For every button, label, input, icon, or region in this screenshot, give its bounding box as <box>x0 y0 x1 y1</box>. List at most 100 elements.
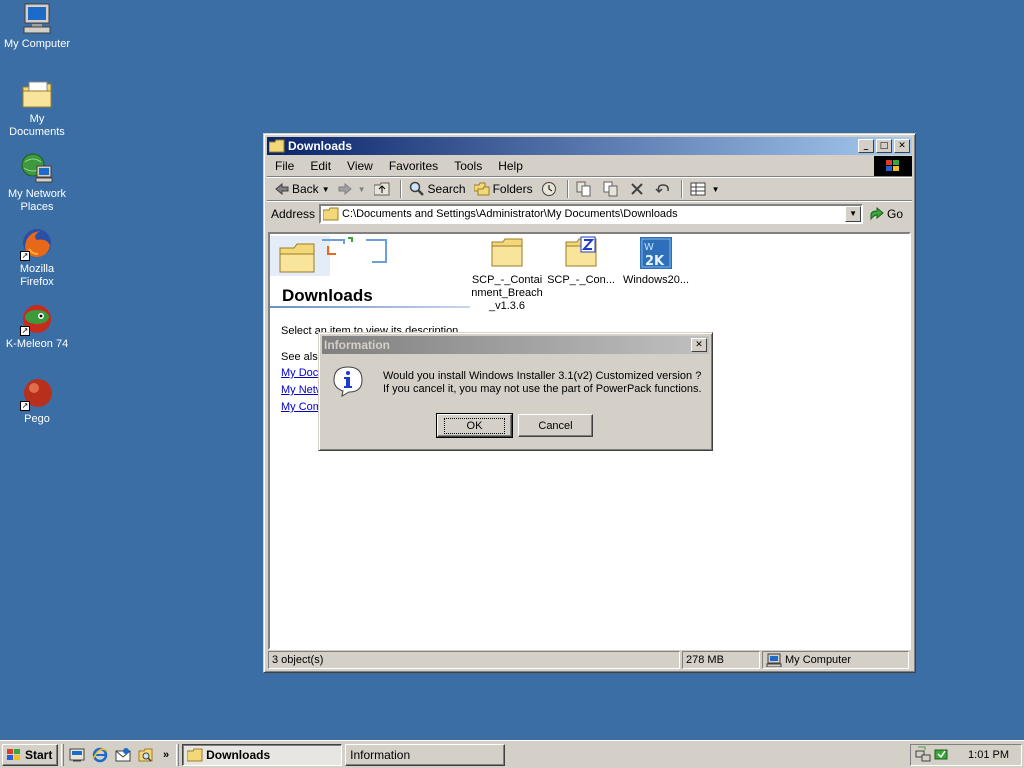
explorer-search-icon[interactable] <box>136 745 156 765</box>
folder-icon <box>187 748 203 761</box>
zip-folder-icon <box>564 236 598 270</box>
menu-view[interactable]: View <box>339 157 381 175</box>
shortcut-arrow-icon: ↗ <box>20 401 30 411</box>
folder-icon <box>323 207 339 220</box>
information-dialog: Information ✕ Would you install Windows … <box>318 332 713 451</box>
svg-text:W: W <box>644 242 654 253</box>
history-icon <box>541 182 556 196</box>
file-label-line: SCP_-_Contai <box>471 274 543 286</box>
desktop-icon-pego[interactable]: ↗ Pego <box>0 377 74 426</box>
file-label-line: nment_Breach <box>471 287 543 299</box>
folders-icon <box>473 182 490 196</box>
desktop-icon-mozilla-firefox[interactable]: ↗ Mozilla Firefox <box>0 227 74 289</box>
svg-text:2K: 2K <box>645 254 665 269</box>
toolbar-separator <box>399 180 402 198</box>
desktop-icon-label: Pego <box>24 413 50 425</box>
menu-edit[interactable]: Edit <box>302 157 339 175</box>
back-label: Back <box>292 182 319 196</box>
computer-icon <box>20 2 54 36</box>
pane-title: Downloads <box>282 286 373 305</box>
dialog-close-button[interactable]: ✕ <box>691 338 707 352</box>
toolbar-grip <box>61 743 64 766</box>
desktop-icon-label: My Documents <box>9 113 65 138</box>
desktop-icon-label: My Network Places <box>7 188 67 213</box>
status-object-count: 3 object(s) <box>268 651 680 669</box>
cancel-button[interactable]: Cancel <box>518 414 593 437</box>
search-button[interactable]: Search <box>405 179 470 199</box>
maximize-button[interactable]: □ <box>876 139 892 153</box>
ok-button[interactable]: OK <box>436 413 513 438</box>
clock[interactable]: 1:01 PM <box>968 749 1009 761</box>
show-desktop-icon[interactable] <box>67 745 87 765</box>
move-to-icon <box>576 181 591 197</box>
address-input[interactable]: C:\Documents and Settings\Administrator\… <box>319 203 864 224</box>
up-folder-icon <box>373 182 390 196</box>
toolbar-separator <box>566 180 569 198</box>
views-button[interactable]: ▼ <box>686 180 724 198</box>
close-button[interactable]: ✕ <box>894 139 910 153</box>
dialog-titlebar[interactable]: Information ✕ <box>322 336 709 354</box>
status-bar: 3 object(s) 278 MB My Computer <box>268 651 911 669</box>
start-button[interactable]: Start <box>2 743 58 766</box>
desktop-icon-label: Mozilla Firefox <box>19 263 55 288</box>
menu-tools[interactable]: Tools <box>446 157 490 175</box>
search-icon <box>409 181 424 196</box>
dialog-message: Would you install Windows Installer 3.1(… <box>383 370 702 396</box>
search-label: Search <box>427 182 466 196</box>
back-button[interactable]: Back ▼ <box>271 180 334 198</box>
copy-to-button[interactable] <box>599 179 626 199</box>
menu-favorites[interactable]: Favorites <box>381 157 446 175</box>
move-to-button[interactable] <box>572 179 599 199</box>
address-value: C:\Documents and Settings\Administrator\… <box>342 207 678 220</box>
go-button[interactable]: Go <box>869 206 903 221</box>
window-titlebar[interactable]: Downloads _ □ ✕ <box>267 137 912 155</box>
views-icon <box>690 182 706 196</box>
task-label: Downloads <box>206 747 271 762</box>
folder-icon <box>490 236 524 270</box>
folders-button[interactable]: Folders <box>470 180 537 198</box>
file-label: SCP_-_Con... <box>547 274 615 286</box>
desktop-icon-my-documents[interactable]: My Documents <box>0 77 74 139</box>
status-size: 278 MB <box>682 651 760 669</box>
menu-help[interactable]: Help <box>490 157 531 175</box>
chevron-down-icon[interactable]: ▼ <box>358 185 366 194</box>
safely-remove-tray-icon[interactable] <box>933 746 949 765</box>
file-item-scp-zip[interactable]: SCP_-_Con... <box>543 236 619 287</box>
file-label-line: _v1.3.6 <box>488 300 526 312</box>
computer-icon <box>766 653 782 667</box>
task-button-information[interactable]: Information <box>345 743 506 766</box>
desktop-icon-my-computer[interactable]: My Computer <box>0 2 74 51</box>
kmeleon-icon: ↗ <box>20 302 54 336</box>
task-button-downloads[interactable]: Downloads <box>182 743 343 766</box>
go-arrow-icon <box>870 206 884 220</box>
menu-file[interactable]: File <box>267 157 302 175</box>
system-tray: 1:01 PM <box>910 744 1022 766</box>
firefox-icon: ↗ <box>20 227 54 261</box>
delete-button[interactable] <box>626 180 651 198</box>
quicklaunch-more-icon[interactable]: » <box>163 749 169 761</box>
undo-button[interactable] <box>651 180 678 198</box>
shortcut-arrow-icon: ↗ <box>20 326 30 336</box>
chevron-down-icon[interactable]: ▼ <box>322 185 330 194</box>
outlook-express-icon[interactable] <box>113 745 133 765</box>
desktop-icon-k-meleon[interactable]: ↗ K-Meleon 74 <box>0 302 74 351</box>
pane-divider <box>270 306 470 308</box>
forward-button[interactable]: ▼ <box>334 181 370 197</box>
toolbar-separator <box>680 180 683 198</box>
up-folder-button[interactable] <box>370 180 397 198</box>
file-item-scp-folder[interactable]: SCP_-_Contai nment_Breach _v1.3.6 <box>469 236 545 313</box>
network-icon <box>20 152 54 186</box>
back-arrow-icon <box>275 183 289 195</box>
windows-logo-icon <box>874 156 912 176</box>
minimize-button[interactable]: _ <box>858 139 874 153</box>
dialog-message-line: If you cancel it, you may not use the pa… <box>383 383 702 395</box>
address-dropdown-button[interactable]: ▼ <box>845 205 862 222</box>
task-label: Information <box>350 747 411 762</box>
chevron-down-icon[interactable]: ▼ <box>712 185 720 194</box>
history-button[interactable] <box>537 179 564 199</box>
folder-icon <box>268 139 285 153</box>
internet-explorer-icon[interactable] <box>90 745 110 765</box>
network-tray-icon[interactable] <box>915 746 931 765</box>
desktop-icon-my-network-places[interactable]: My Network Places <box>0 152 74 214</box>
file-item-windows-installer[interactable]: W 2K Windows20... <box>618 236 694 287</box>
